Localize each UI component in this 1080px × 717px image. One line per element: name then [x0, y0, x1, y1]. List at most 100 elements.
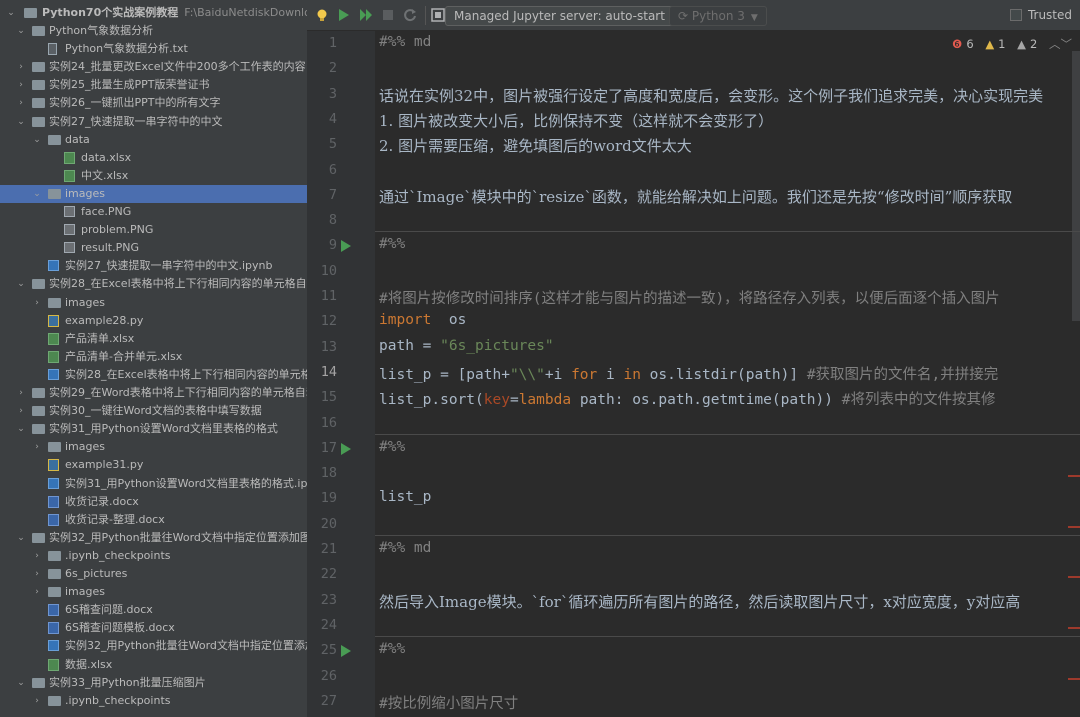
tree-folder-item[interactable]: › .ipynb_checkpoints — [0, 692, 307, 710]
tree-file-item[interactable]: 6S稽查问题.docx — [0, 601, 307, 619]
chevron-right-icon[interactable]: › — [14, 384, 28, 402]
tree-file-item[interactable]: 实例28_在Excel表格中将上下行相同内容的单元格自动合并.ipynb — [0, 366, 307, 384]
tree-folder-item[interactable]: ⌄ data — [0, 131, 307, 149]
code-line[interactable]: 话说在实例32中，图片被强行设定了高度和宽度后，会变形。这个例子我们追求完美，决… — [379, 85, 1043, 106]
checkbox-icon[interactable] — [1009, 9, 1022, 21]
tree-file-item[interactable]: result.PNG — [0, 239, 307, 257]
chevron-down-icon[interactable]: ﹀ — [1061, 37, 1073, 51]
code-line[interactable]: #%% md — [379, 540, 431, 556]
tree-file-item[interactable]: 6S稽查问题模板.docx — [0, 619, 307, 637]
chevron-right-icon[interactable]: › — [30, 294, 44, 312]
tree-file-item[interactable]: 中文.xlsx — [0, 167, 307, 185]
tree-folder-item[interactable]: › 实例29_在Word表格中将上下行相同内容的单元格自动合并 — [0, 384, 307, 402]
tree-file-item[interactable]: 数据.xlsx — [0, 656, 307, 674]
scrollbar-thumb[interactable] — [1072, 51, 1080, 321]
chevron-right-icon[interactable]: › — [14, 76, 28, 94]
tree-folder-item[interactable]: › images — [0, 438, 307, 456]
tree-folder-item[interactable]: ⌄ images — [0, 184, 307, 203]
chevron-right-icon[interactable]: › — [30, 583, 44, 601]
tree-folder-item[interactable]: › .ipynb_checkpoints — [0, 547, 307, 565]
chevron-down-icon[interactable]: ⌄ — [14, 674, 28, 692]
tree-folder-item[interactable]: ⌄ 实例31_用Python设置Word文档里表格的格式 — [0, 420, 307, 438]
code-editor[interactable]: ❻6 ▲ 1 ▲ 2 ︿﹀ #%% md 话说在实例32中，图片被强行设定了高度和宽度… — [375, 31, 1080, 717]
error-stripe-marker[interactable] — [1068, 576, 1080, 579]
tree-folder-item[interactable]: › images — [0, 294, 307, 312]
interpreter-icon[interactable] — [431, 8, 445, 22]
lightbulb-icon[interactable] — [315, 8, 329, 22]
tree-file-item[interactable]: face.PNG — [0, 203, 307, 221]
tree-file-item[interactable]: example31.py — [0, 456, 307, 474]
chevron-right-icon[interactable]: › — [14, 402, 28, 420]
chevron-right-icon[interactable]: › — [30, 547, 44, 565]
tree-file-item[interactable]: 产品清单-合并单元.xlsx — [0, 348, 307, 366]
chevron-down-icon[interactable]: ⌄ — [30, 131, 44, 149]
code-line[interactable]: list_p.sort(key=lambda path: os.path.get… — [379, 388, 995, 409]
code-line[interactable]: 2. 图片需要压缩，避免填图后的word文件太大 — [379, 135, 692, 156]
chevron-down-icon[interactable]: ⌄ — [14, 420, 28, 438]
run-cell-gutter-icon[interactable] — [341, 442, 351, 455]
code-line[interactable]: #将图片按修改时间排序(这样才能与图片的描述一致)，将路径存入列表，以便后面逐个… — [379, 287, 1000, 308]
run-all-icon[interactable] — [359, 8, 373, 22]
tree-folder-item[interactable]: ⌄ Python气象数据分析 — [0, 22, 307, 40]
error-stripe-marker[interactable] — [1068, 626, 1080, 629]
code-line[interactable]: #%% — [379, 439, 405, 455]
code-line[interactable]: import os — [379, 312, 466, 328]
toolbar-divider — [425, 6, 426, 25]
tree-folder-item[interactable]: › 实例30_一键往Word文档的表格中填写数据 — [0, 402, 307, 420]
chevron-down-icon[interactable]: ⌄ — [4, 4, 18, 22]
trusted-checkbox[interactable]: Trusted — [1009, 8, 1072, 22]
tree-file-item[interactable]: 实例31_用Python设置Word文档里表格的格式.ipynb — [0, 475, 307, 493]
kernel-dropdown[interactable]: ⟳ Python 3 ▼ — [669, 6, 767, 26]
tree-file-item[interactable]: data.xlsx — [0, 149, 307, 167]
chevron-right-icon[interactable]: › — [30, 438, 44, 456]
project-root-item[interactable]: ⌄ Python70个实战案例教程 F:\BaiduNetdiskDownload — [0, 4, 307, 22]
chevron-right-icon[interactable]: › — [30, 692, 44, 710]
chevron-down-icon[interactable]: ⌄ — [14, 22, 28, 40]
stop-icon[interactable] — [381, 8, 395, 22]
tree-folder-item[interactable]: › 6s_pictures — [0, 565, 307, 583]
tree-file-item[interactable]: Python气象数据分析.txt — [0, 40, 307, 58]
tree-folder-item[interactable]: ⌄ 实例33_用Python批量压缩图片 — [0, 674, 307, 692]
chevron-right-icon[interactable]: › — [14, 58, 28, 76]
code-line[interactable]: #%% — [379, 641, 405, 657]
tree-file-item[interactable]: 产品清单.xlsx — [0, 330, 307, 348]
tree-folder-item[interactable]: › 实例24_批量更改Excel文件中200多个工作表的内容 — [0, 58, 307, 76]
chevron-down-icon[interactable]: ⌄ — [14, 113, 28, 131]
code-line[interactable]: #%% — [379, 236, 405, 252]
restart-icon[interactable] — [403, 8, 417, 22]
code-line[interactable]: #按比例缩小图片尺寸 — [379, 692, 518, 713]
chevron-up-icon[interactable]: ︿ — [1049, 37, 1061, 51]
tree-file-item[interactable]: problem.PNG — [0, 221, 307, 239]
error-stripe-marker[interactable] — [1068, 475, 1080, 478]
code-line[interactable]: #%% md — [379, 34, 431, 50]
code-line[interactable]: 然后导入Image模块。`for`循环遍历所有图片的路径，然后读取图片尺寸，x对… — [379, 591, 1020, 612]
tree-folder-item[interactable]: › 实例25_批量生成PPT版荣誉证书 — [0, 76, 307, 94]
tree-file-item[interactable]: 实例32_用Python批量往Word文档中指定位置添加图片.ipynb — [0, 637, 307, 655]
chevron-down-icon[interactable]: ⌄ — [14, 529, 28, 547]
chevron-down-icon[interactable]: ⌄ — [14, 275, 28, 293]
code-line[interactable]: list_p — [379, 489, 431, 505]
chevron-down-icon[interactable]: ⌄ — [30, 185, 44, 203]
run-cell-icon[interactable] — [337, 8, 351, 22]
tree-folder-item[interactable]: › 实例26_一键抓出PPT中的所有文字 — [0, 94, 307, 112]
code-line[interactable]: 1. 图片被改变大小后，比例保持不变（这样就不会变形了） — [379, 110, 773, 131]
run-cell-gutter-icon[interactable] — [341, 645, 351, 658]
chevron-right-icon[interactable]: › — [30, 565, 44, 583]
error-stripe-marker[interactable] — [1068, 677, 1080, 680]
code-line[interactable]: list_p = [path+"\\"+i for i in os.listdi… — [379, 363, 998, 384]
code-line[interactable]: path = "6s_pictures" — [379, 338, 554, 354]
tree-folder-item[interactable]: ⌄ 实例28_在Excel表格中将上下行相同内容的单元格自动合并 — [0, 275, 307, 293]
jupyter-server-dropdown[interactable]: Managed Jupyter server: auto-start▼ — [445, 6, 687, 26]
tree-folder-item[interactable]: ⌄ 实例32_用Python批量往Word文档中指定位置添加图片 — [0, 529, 307, 547]
chevron-right-icon[interactable]: › — [14, 94, 28, 112]
tree-folder-item[interactable]: ⌄ 实例27_快速提取一串字符中的中文 — [0, 113, 307, 131]
tree-folder-item[interactable]: › images — [0, 583, 307, 601]
tree-file-item[interactable]: example28.py — [0, 312, 307, 330]
error-stripe-marker[interactable] — [1068, 525, 1080, 528]
code-line[interactable]: 通过`Image`模块中的`resize`函数，就能给解决如上问题。我们还是先按… — [379, 186, 1012, 207]
tree-file-item[interactable]: 收货记录-整理.docx — [0, 511, 307, 529]
run-cell-gutter-icon[interactable] — [341, 240, 351, 253]
tree-file-item[interactable]: 收货记录.docx — [0, 493, 307, 511]
tree-file-item[interactable]: 实例27_快速提取一串字符中的中文.ipynb — [0, 257, 307, 275]
inspection-widget[interactable]: ❻6 ▲ 1 ▲ 2 ︿﹀ — [952, 36, 1072, 52]
